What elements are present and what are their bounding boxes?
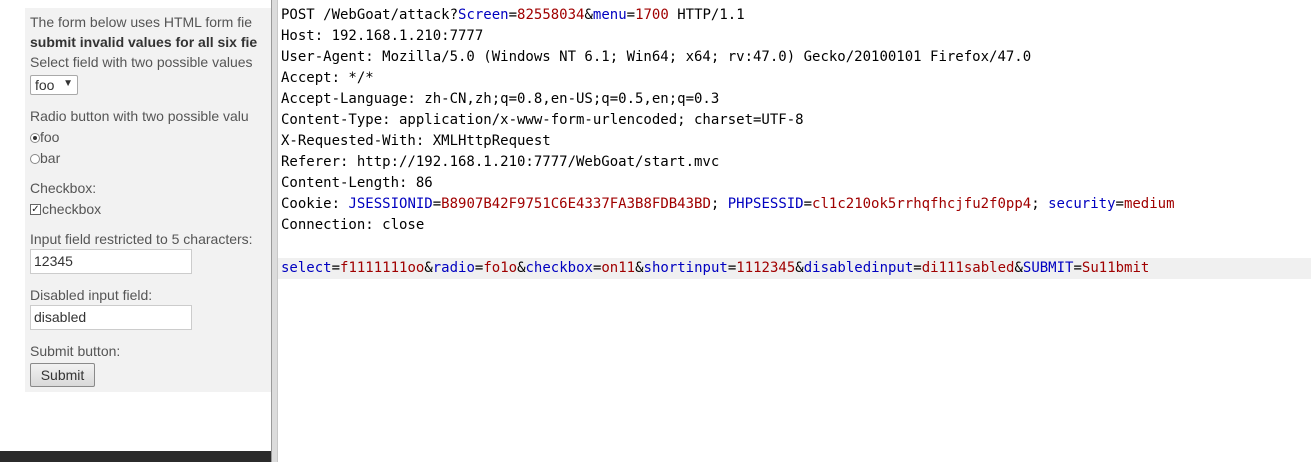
- header-content-length: Content-Length: 86: [281, 175, 433, 191]
- header-content-type: Content-Type: application/x-www-form-url…: [281, 112, 804, 128]
- header-user-agent: User-Agent: Mozilla/5.0 (Windows NT 6.1;…: [281, 49, 1032, 65]
- html-form-panel: The form below uses HTML form fie submit…: [25, 8, 280, 392]
- checkbox-label: Checkbox:: [30, 180, 97, 196]
- select-value: foo: [35, 77, 55, 93]
- header-referer: Referer: http://192.168.1.210:7777/WebGo…: [281, 154, 720, 170]
- intro-instruction: submit invalid values for all six fie: [30, 34, 258, 50]
- radio-foo-label: foo: [40, 129, 60, 145]
- disabled-input-label: Disabled input field:: [30, 287, 153, 303]
- header-host: Host: 192.168.1.210:7777: [281, 28, 484, 44]
- header-accept-language: Accept-Language: zh-CN,zh;q=0.8,en-US;q=…: [281, 91, 720, 107]
- radio-foo[interactable]: [30, 133, 40, 143]
- radio-bar[interactable]: [30, 154, 40, 164]
- select-field[interactable]: foo ▼: [30, 75, 78, 95]
- header-connection: Connection: close: [281, 217, 425, 233]
- taskbar-strip: [0, 451, 272, 462]
- header-cookie: Cookie: JSESSIONID=B8907B42F9751C6E4337F…: [281, 196, 1175, 212]
- panel-splitter[interactable]: [271, 0, 278, 462]
- chevron-down-icon: ▼: [63, 78, 73, 89]
- raw-request-editor[interactable]: POST /WebGoat/attack?Screen=82558034&men…: [278, 0, 1311, 462]
- short-input-label: Input field restricted to 5 characters:: [30, 231, 253, 247]
- submit-button[interactable]: Submit: [30, 363, 95, 387]
- disabled-input: disabled: [30, 305, 192, 330]
- short-input[interactable]: 12345: [30, 249, 192, 274]
- checkbox[interactable]: ✓: [30, 204, 41, 215]
- select-label: Select field with two possible values: [30, 54, 253, 70]
- radio-bar-label: bar: [40, 150, 61, 166]
- intro-text: The form below uses HTML form fie: [30, 14, 252, 30]
- radio-label: Radio button with two possible valu: [30, 108, 249, 124]
- header-accept: Accept: */*: [281, 70, 374, 86]
- submit-label: Submit button:: [30, 343, 121, 359]
- request-body: select=f1111111oo&radio=fo1o&checkbox=on…: [281, 260, 1150, 276]
- checkbox-text: checkbox: [42, 201, 102, 217]
- request-line: POST /WebGoat/attack?Screen=82558034&men…: [281, 7, 745, 23]
- header-x-requested-with: X-Requested-With: XMLHttpRequest: [281, 133, 551, 149]
